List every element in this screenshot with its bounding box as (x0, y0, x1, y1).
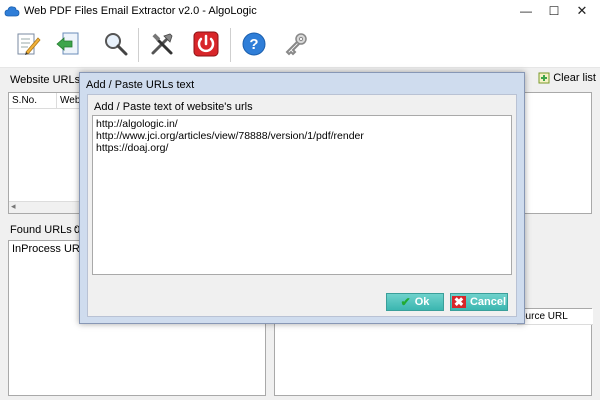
help-button[interactable]: ? (238, 28, 270, 60)
window-controls: — ☐ ✕ (512, 0, 596, 22)
import-button[interactable] (52, 28, 84, 60)
url-line: http://algologic.in/ (96, 118, 178, 130)
url-line: http://www.jci.org/articles/view/78888/v… (96, 130, 364, 142)
key-button[interactable] (280, 28, 312, 60)
found-urls-label: Found URLs : (10, 224, 78, 236)
ok-label: Ok (414, 296, 430, 308)
edit-button[interactable] (12, 28, 44, 60)
urls-textarea[interactable]: http://algologic.in/ http://www.jci.org/… (92, 115, 512, 275)
clear-list-icon (538, 72, 550, 84)
svg-text:?: ? (249, 36, 258, 53)
maximize-button[interactable]: ☐ (540, 0, 568, 22)
cancel-label: Cancel (469, 296, 507, 308)
website-urls-table[interactable]: S.No. Web ◂ (8, 92, 81, 214)
scroll-left-icon[interactable]: ◂ (11, 201, 16, 212)
dialog-title: Add / Paste URLs text (86, 79, 195, 91)
search-button[interactable] (100, 28, 132, 60)
title-bar: Web PDF Files Email Extractor v2.0 - Alg… (0, 0, 600, 22)
cloud-icon (4, 4, 20, 18)
cancel-x-icon: ✖ (451, 295, 466, 309)
url-line: https://doaj.org/ (96, 142, 169, 154)
add-paste-urls-dialog: Add / Paste URLs text Add / Paste text o… (79, 72, 525, 324)
search-icon (105, 33, 128, 56)
clear-list-label: Clear list (553, 72, 596, 84)
edit-icon (17, 33, 41, 55)
tools-button[interactable] (146, 28, 178, 60)
power-icon (193, 31, 219, 57)
toolbar-separator (138, 28, 139, 62)
help-icon: ? (242, 32, 266, 56)
import-icon (56, 32, 79, 55)
key-icon (285, 33, 307, 56)
website-urls-label: Website URLs : (10, 74, 87, 86)
column-header-sno[interactable]: S.No. (9, 93, 57, 109)
toolbar-separator (230, 28, 231, 62)
power-button[interactable] (190, 28, 222, 60)
dialog-body: Add / Paste text of website's urls http:… (87, 94, 517, 317)
minimize-button[interactable]: — (512, 0, 540, 22)
window-title: Web PDF Files Email Extractor v2.0 - Alg… (24, 5, 257, 17)
close-button[interactable]: ✕ (568, 0, 596, 22)
tools-icon (151, 33, 173, 55)
column-header-website[interactable]: Web (57, 93, 81, 109)
right-top-panel (524, 92, 592, 214)
ok-button[interactable]: ✔ Ok (386, 293, 444, 311)
dialog-group-label: Add / Paste text of website's urls (94, 101, 253, 113)
horizontal-scrollbar[interactable]: ◂ (9, 201, 79, 213)
cancel-button[interactable]: ✖ Cancel (450, 293, 508, 311)
toolbar: ? (0, 22, 600, 68)
column-header-source-url[interactable]: ource URL (517, 309, 593, 325)
check-icon: ✔ (400, 295, 411, 309)
clear-list-button[interactable]: Clear list (538, 72, 596, 84)
